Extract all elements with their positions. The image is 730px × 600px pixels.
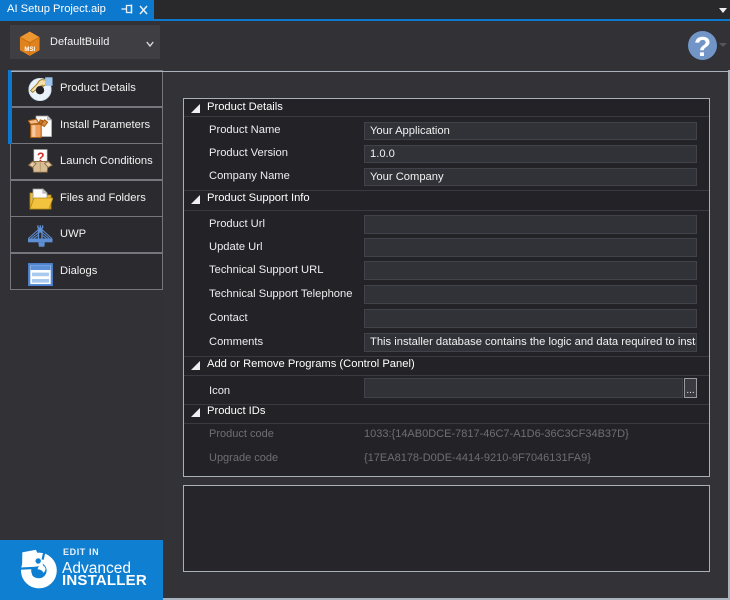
svg-text:MSI: MSI <box>24 47 35 53</box>
